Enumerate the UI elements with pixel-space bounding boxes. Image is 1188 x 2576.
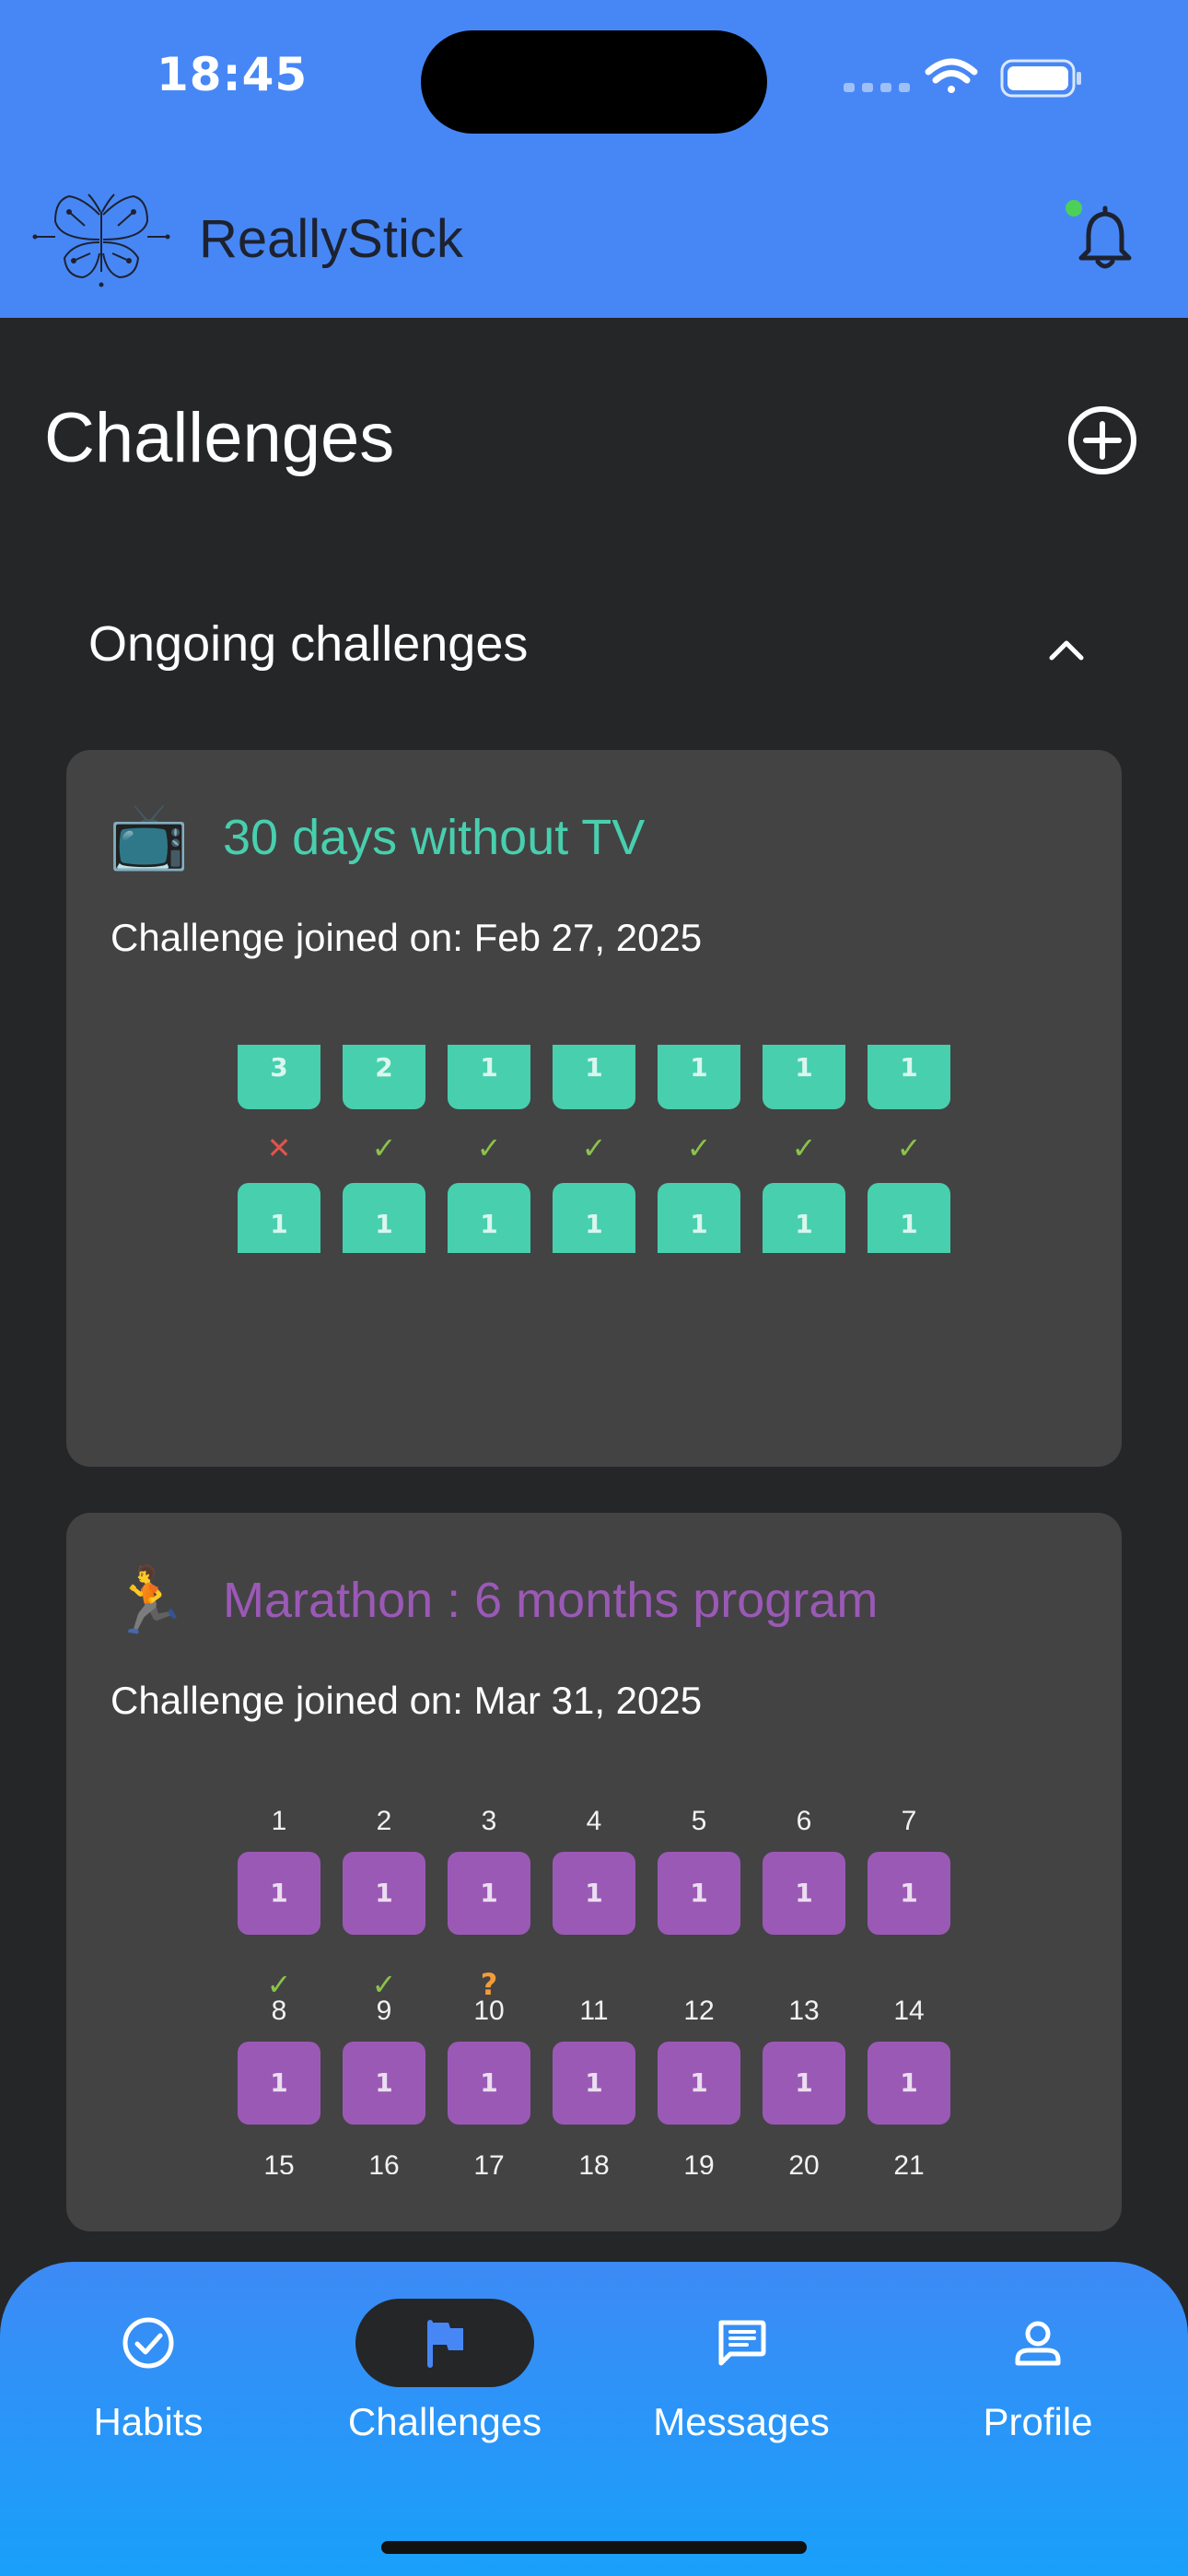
check-icon: ✓	[581, 1130, 607, 1165]
day-cell[interactable]: 1	[553, 1183, 635, 1253]
challenge-title: Marathon : 6 months program	[223, 1573, 879, 1628]
check-circle-icon	[122, 2317, 174, 2369]
day-cell[interactable]: 1	[763, 1852, 845, 1935]
day-cell[interactable]: 1	[448, 1045, 530, 1109]
day-cell[interactable]: 1	[658, 2042, 740, 2125]
runner-icon: 🏃	[109, 1563, 190, 1638]
day-number: 16	[368, 2150, 400, 2174]
day-number: 21	[893, 2150, 925, 2174]
day-cell[interactable]: 2	[343, 1045, 425, 1109]
status-time: 18:45	[157, 48, 309, 101]
day-cell[interactable]: 1	[553, 2042, 635, 2125]
day-cell[interactable]: 1	[553, 1045, 635, 1109]
nav-tab-profile[interactable]: Profile	[890, 2262, 1186, 2492]
check-icon: ✓	[371, 1130, 397, 1165]
check-icon: ✓	[791, 1130, 817, 1165]
challenge-title: 30 days without TV	[223, 810, 646, 865]
day-number: 6	[796, 1806, 812, 1836]
day-cell[interactable]: 1	[763, 1045, 845, 1109]
day-number: 7	[901, 1806, 917, 1836]
day-number: 17	[473, 2150, 505, 2174]
day-cell[interactable]: 1	[343, 2042, 425, 2125]
day-number: 19	[683, 2150, 715, 2174]
battery-icon	[1000, 59, 1081, 98]
challenge-joined-date: Challenge joined on: Feb 27, 2025	[111, 916, 703, 959]
day-number: 10	[473, 1996, 505, 2026]
day-number: 5	[691, 1806, 707, 1836]
day-cell[interactable]: 1	[238, 1852, 320, 1935]
day-cell[interactable]: 1	[763, 2042, 845, 2125]
wifi-icon	[925, 58, 978, 93]
day-cell[interactable]: 1	[238, 2042, 320, 2125]
nav-tab-messages[interactable]: Messages	[593, 2262, 890, 2492]
challenge-card[interactable]: 📺 30 days without TV Challenge joined on…	[66, 750, 1122, 1467]
signal-icon	[844, 83, 910, 92]
tv-icon: 📺	[109, 798, 190, 873]
day-number: 9	[376, 1996, 392, 2026]
day-cell[interactable]: 1	[868, 1183, 950, 1253]
day-cell[interactable]: 1	[658, 1852, 740, 1935]
person-icon	[1015, 2321, 1061, 2366]
day-number: 13	[788, 1996, 820, 2026]
check-icon: ✓	[896, 1130, 922, 1165]
check-icon: ✓	[686, 1130, 712, 1165]
day-cell[interactable]: 1	[868, 2042, 950, 2125]
day-cell[interactable]: 1	[658, 1045, 740, 1109]
day-cell[interactable]: 1	[868, 1045, 950, 1109]
nav-label: Messages	[653, 2400, 830, 2443]
day-number: 14	[893, 1996, 925, 2026]
nav-label: Profile	[983, 2400, 1093, 2443]
day-number: 4	[586, 1806, 602, 1836]
challenge-joined-date: Challenge joined on: Mar 31, 2025	[111, 1679, 703, 1722]
status-icons	[844, 58, 1081, 98]
day-cell[interactable]: 1	[238, 1183, 320, 1253]
day-cell[interactable]: 1	[448, 1852, 530, 1935]
day-cell[interactable]: 1	[343, 1183, 425, 1253]
day-number: 20	[788, 2150, 820, 2174]
day-cell[interactable]: 1	[763, 1183, 845, 1253]
home-indicator	[381, 2541, 807, 2554]
challenge-calendar: MonTueWedThuFriSatSun3211111✕✓✓✓✓✓✓11111…	[66, 1045, 1122, 1253]
page-title: Challenges	[44, 399, 395, 477]
day-cell[interactable]: 1	[658, 1183, 740, 1253]
add-challenge-button[interactable]	[1066, 404, 1139, 477]
day-cell[interactable]: 3	[238, 1045, 320, 1109]
section-title: Ongoing challenges	[88, 616, 529, 672]
dynamic-island	[421, 30, 767, 134]
day-number: 15	[263, 2150, 295, 2174]
nav-tab-challenges[interactable]: Challenges	[297, 2262, 593, 2492]
check-icon: ✓	[476, 1130, 502, 1165]
flag-icon	[427, 2320, 463, 2368]
day-number: 1	[271, 1806, 287, 1836]
app-title: ReallyStick	[199, 209, 463, 269]
day-cell[interactable]: 1	[868, 1852, 950, 1935]
message-icon	[718, 2320, 766, 2366]
nav-label: Challenges	[347, 2400, 542, 2443]
nav-label: Habits	[93, 2400, 204, 2443]
day-number: 12	[683, 1996, 715, 2026]
day-cell[interactable]: 1	[448, 2042, 530, 2125]
notification-dot	[1064, 198, 1084, 218]
day-number: 3	[481, 1806, 497, 1836]
day-number: 2	[376, 1806, 392, 1836]
chevron-up-icon[interactable]	[1046, 636, 1087, 663]
cross-icon: ✕	[266, 1130, 292, 1165]
day-cell[interactable]: 1	[553, 1852, 635, 1935]
day-number: 8	[271, 1996, 287, 2026]
butterfly-logo-icon	[32, 193, 170, 287]
bottom-navigation: Habits Challenges Messages Profile	[0, 2262, 1188, 2576]
day-number: 11	[579, 1996, 609, 2026]
challenge-calendar: 1 2 3 4 5 6 7 1 1 1 1 1 1 1 ✓ ✓? 8 9 10 11 12 13 14 1 1 1 1 1 1 1 15 16…	[66, 1806, 1122, 2174]
challenge-card[interactable]: 🏃 Marathon : 6 months program Challenge …	[66, 1513, 1122, 2231]
nav-tab-habits[interactable]: Habits	[0, 2262, 297, 2492]
day-cell[interactable]: 1	[448, 1183, 530, 1253]
day-cell[interactable]: 1	[343, 1852, 425, 1935]
day-number: 18	[578, 2150, 610, 2174]
